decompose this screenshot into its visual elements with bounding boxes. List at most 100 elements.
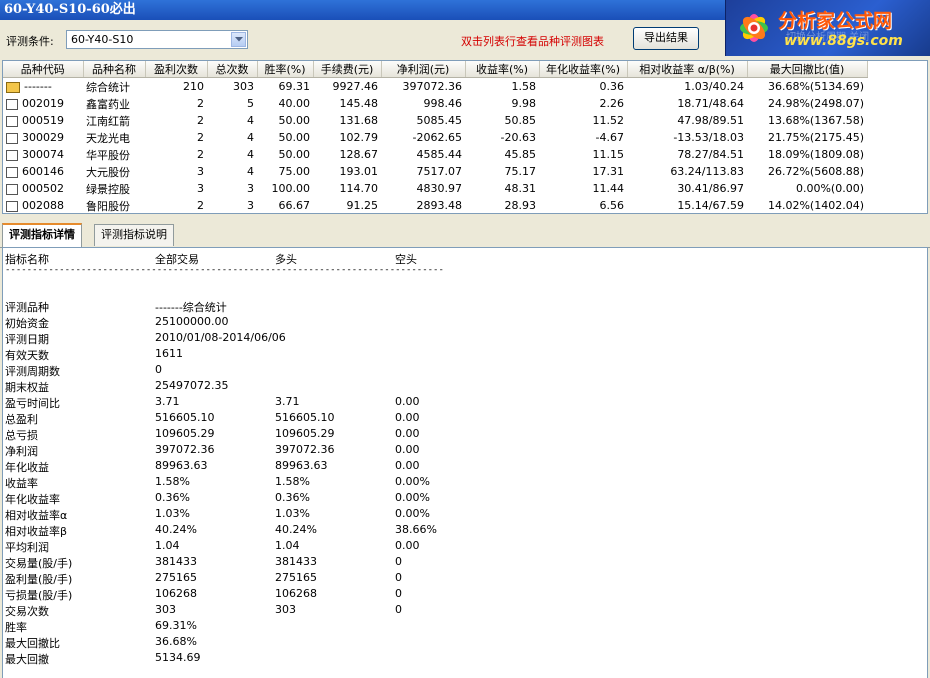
metric-value: 0 xyxy=(155,363,162,376)
table-row[interactable]: 002019 鑫富药业 2 5 40.00 145.48 998.46 9.98 2.26 18.… xyxy=(3,95,867,112)
column-header[interactable]: 最大回撤比(值) xyxy=(747,61,868,78)
table-cell: 50.00 xyxy=(278,148,311,161)
column-header[interactable]: 品种名称 xyxy=(83,61,146,78)
metric-name: 平均利润 xyxy=(5,541,49,554)
metric-value: 0.36% xyxy=(155,491,190,504)
table-cell: 2.26 xyxy=(599,97,625,110)
chevron-down-icon[interactable] xyxy=(231,32,246,47)
table-cell: 66.67 xyxy=(278,199,311,212)
metric-name: 盈亏时间比 xyxy=(5,397,60,410)
code-text: 600146 xyxy=(22,165,64,178)
table-row[interactable]: 000519 江南红箭 2 4 50.00 131.68 5085.45 50.85 11.52… xyxy=(3,112,867,129)
table-cell: 2 xyxy=(197,114,204,127)
metric-value: 36.68% xyxy=(155,635,197,648)
metric-name: 评测周期数 xyxy=(5,365,60,378)
document-icon xyxy=(6,115,18,127)
table-cell: 14.02%(1402.04) xyxy=(767,199,864,212)
tab-description[interactable]: 评测指标说明 xyxy=(94,224,174,246)
column-header[interactable]: 总次数 xyxy=(207,61,258,78)
code-text: ------- xyxy=(24,80,52,93)
separator-line: ----------------------------------------… xyxy=(5,265,445,275)
document-icon xyxy=(6,132,18,144)
table-row[interactable]: 300029 天龙光电 2 4 50.00 102.79 -2062.65 -20.63 -4.… xyxy=(3,129,867,146)
metric-value: 0 xyxy=(395,555,402,568)
table-cell: 5085.45 xyxy=(416,114,463,127)
code-text: 300029 xyxy=(22,131,64,144)
table-cell: 1.58 xyxy=(511,80,537,93)
column-header[interactable]: 手续费(元) xyxy=(313,61,382,78)
table-row[interactable]: ------- 综合统计 210 303 69.31 9927.46 397072.36 1.… xyxy=(3,78,867,96)
metric-value: 3.71 xyxy=(275,395,300,408)
metric-name: 交易次数 xyxy=(5,605,49,618)
table-cell: 002088 xyxy=(3,197,83,213)
table-row[interactable]: 002088 鲁阳股份 2 3 66.67 91.25 2893.48 28.93 6.56 15… xyxy=(3,197,867,213)
table-cell: 30.41/86.97 xyxy=(677,182,744,195)
column-header[interactable]: 胜率(%) xyxy=(257,61,314,78)
column-header[interactable]: 相对收益率 α/β(%) xyxy=(627,61,748,78)
table-cell: 4830.97 xyxy=(416,182,463,195)
metric-value: 40.24% xyxy=(155,523,197,536)
table-cell: 28.93 xyxy=(504,199,537,212)
table-cell: 000519 xyxy=(3,112,83,129)
table-row[interactable]: 600146 大元股份 3 4 75.00 193.01 7517.07 75.17 17.31… xyxy=(3,163,867,180)
summary-folder-icon xyxy=(6,81,20,93)
table-cell: 3 xyxy=(197,182,204,195)
toolbar: 评测条件: 60-Y40-S10 双击列表行查看品种评测图表 导出结果 xyxy=(0,20,725,60)
criteria-select[interactable]: 60-Y40-S10 xyxy=(66,30,248,49)
table-cell: 91.25 xyxy=(346,199,379,212)
column-header[interactable]: 盈利次数 xyxy=(145,61,208,78)
table-cell: 4 xyxy=(247,165,254,178)
document-icon xyxy=(6,200,18,212)
table-cell: 4 xyxy=(247,148,254,161)
metric-value: 25100000.00 xyxy=(155,315,229,328)
metric-value: 89963.63 xyxy=(155,459,208,472)
table-cell: 2 xyxy=(197,199,204,212)
metric-value: 1.04 xyxy=(155,539,180,552)
metric-value: 0.00 xyxy=(395,411,420,424)
table-cell: 0.36 xyxy=(599,80,625,93)
table-header-row: 品种代码 品种名称 盈利次数 总次数 胜率(%) 手续费(元) 净利润(元) 收… xyxy=(3,61,868,78)
table-row[interactable]: 000502 绿景控股 3 3 100.00 114.70 4830.97 48.31 11.4… xyxy=(3,180,867,197)
table-cell: 114.70 xyxy=(339,182,379,195)
table-cell: 11.44 xyxy=(592,182,625,195)
column-header[interactable]: 品种代码 xyxy=(3,61,84,78)
metric-value: 0.00% xyxy=(395,475,430,488)
metric-value: 38.66% xyxy=(395,523,437,536)
table-cell: 18.09%(1809.08) xyxy=(767,148,864,161)
document-icon xyxy=(6,183,18,195)
tab-details[interactable]: 评测指标详情 xyxy=(2,223,82,247)
code-text: 000502 xyxy=(22,182,64,195)
metric-name: 评测品种 xyxy=(5,301,49,314)
table-cell: 102.79 xyxy=(339,131,379,144)
export-button[interactable]: 导出结果 xyxy=(633,27,699,50)
table-row[interactable]: 300074 华平股份 2 4 50.00 128.67 4585.44 45.85 11.15… xyxy=(3,146,867,163)
column-header[interactable]: 年化收益率(%) xyxy=(539,61,628,78)
table-cell: 2893.48 xyxy=(416,199,463,212)
metric-value: 275165 xyxy=(155,571,197,584)
metric-value: 2010/01/08-2014/06/06 xyxy=(155,331,286,344)
metric-value: 516605.10 xyxy=(275,411,335,424)
metric-name: 评测日期 xyxy=(5,333,49,346)
column-header[interactable]: 收益率(%) xyxy=(465,61,540,78)
column-header[interactable]: 净利润(元) xyxy=(381,61,466,78)
table-cell: 63.24/113.83 xyxy=(670,165,744,178)
table-cell: 26.72%(5608.88) xyxy=(767,165,864,178)
table-cell: 78.27/84.51 xyxy=(677,148,744,161)
table-cell: 7517.07 xyxy=(416,165,463,178)
table-cell: 4 xyxy=(247,114,254,127)
metric-name: 期末权益 xyxy=(5,381,49,394)
metric-name: 交易量(股/手) xyxy=(5,557,73,570)
table-cell: 综合统计 xyxy=(86,80,130,94)
table-cell: 江南红箭 xyxy=(86,114,130,128)
metric-name: 有效天数 xyxy=(5,349,49,362)
table-cell: 2 xyxy=(197,97,204,110)
metric-name: 总盈利 xyxy=(5,413,38,426)
results-table: 品种代码 品种名称 盈利次数 总次数 胜率(%) 手续费(元) 净利润(元) 收… xyxy=(2,60,928,214)
metric-value: 0.00 xyxy=(395,427,420,440)
metric-value: -------综合统计 xyxy=(155,301,227,314)
table-cell: 9927.46 xyxy=(332,80,379,93)
table-cell: 75.00 xyxy=(278,165,311,178)
table-cell: 300029 xyxy=(3,129,83,146)
table-cell: 100.00 xyxy=(271,182,311,195)
metric-name: 胜率 xyxy=(5,621,27,634)
